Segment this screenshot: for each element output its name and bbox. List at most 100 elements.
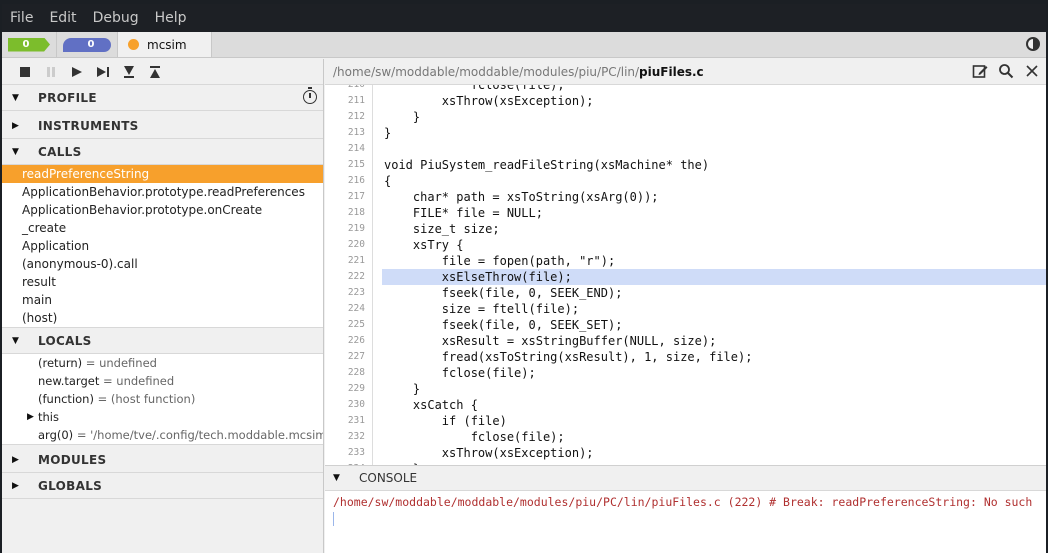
code-line[interactable]: 211 xsThrow(xsException); <box>325 93 1046 109</box>
line-number[interactable]: 227 <box>325 349 365 365</box>
code-line[interactable]: 221 file = fopen(path, "r"); <box>325 253 1046 269</box>
line-number[interactable]: 218 <box>325 205 365 221</box>
menu-debug[interactable]: Debug <box>93 10 139 26</box>
globals-section-header[interactable]: ▶ GLOBALS <box>2 473 323 499</box>
call-row[interactable]: _create <box>2 219 323 237</box>
local-row[interactable]: (function) = (host function) <box>2 390 323 408</box>
line-number[interactable]: 231 <box>325 413 365 429</box>
stopwatch-icon[interactable] <box>303 87 317 104</box>
call-row[interactable]: ApplicationBehavior.prototype.readPrefer… <box>2 183 323 201</box>
code-line[interactable]: 220 xsTry { <box>325 237 1046 253</box>
contrast-toggle-icon[interactable] <box>1026 37 1040 51</box>
local-row[interactable]: (return) = undefined <box>2 354 323 372</box>
call-row[interactable]: (anonymous-0).call <box>2 255 323 273</box>
line-number[interactable]: 210 <box>325 85 365 93</box>
code-line[interactable]: 218 FILE* file = NULL; <box>325 205 1046 221</box>
line-number[interactable]: 233 <box>325 445 365 461</box>
calls-section-header[interactable]: ▼ CALLS <box>2 139 323 165</box>
profile-section-header[interactable]: ▼ PROFILE <box>2 85 323 111</box>
expand-triangle-icon[interactable]: ▶ <box>27 408 34 426</box>
line-number[interactable]: 230 <box>325 397 365 413</box>
line-number[interactable]: 212 <box>325 109 365 125</box>
editor-panel: /home/sw/moddable/moddable/modules/piu/P… <box>325 59 1046 553</box>
console-header[interactable]: ▼ CONSOLE <box>325 465 1046 491</box>
call-row-selected[interactable]: readPreferenceString <box>2 165 323 183</box>
code-line[interactable]: 215 void PiuSystem_readFileString(xsMachi… <box>325 157 1046 173</box>
code-line[interactable]: 227 fread(xsToString(xsResult), 1, size,… <box>325 349 1046 365</box>
line-number[interactable]: 217 <box>325 189 365 205</box>
line-number[interactable]: 215 <box>325 157 365 173</box>
line-number[interactable]: 229 <box>325 381 365 397</box>
pause-icon <box>47 66 55 77</box>
line-number[interactable]: 224 <box>325 301 365 317</box>
line-number[interactable]: 219 <box>325 221 365 237</box>
step-button[interactable] <box>90 62 116 82</box>
code-line[interactable]: 223 fseek(file, 0, SEEK_END); <box>325 285 1046 301</box>
call-row[interactable]: Application <box>2 237 323 255</box>
line-number[interactable]: 213 <box>325 125 365 141</box>
line-number[interactable]: 216 <box>325 173 365 189</box>
code-line[interactable]: 210 fclose(file); <box>325 85 1046 93</box>
code-line[interactable]: 233 xsThrow(xsException); <box>325 445 1046 461</box>
code-line[interactable]: 226 xsResult = xsStringBuffer(NULL, size… <box>325 333 1046 349</box>
call-row[interactable]: (host) <box>2 309 323 327</box>
menu-file[interactable]: File <box>10 10 33 26</box>
left-panel: ▼ PROFILE ▶ INSTRUMENTS ▼ CALLS readPref… <box>2 59 324 553</box>
code-line[interactable]: 228 fclose(file); <box>325 365 1046 381</box>
code-text: } <box>384 382 421 396</box>
code-line[interactable]: 224 size = ftell(file); <box>325 301 1046 317</box>
code-line[interactable]: 230 xsCatch { <box>325 397 1046 413</box>
search-button[interactable] <box>998 63 1014 79</box>
menu-edit[interactable]: Edit <box>49 10 76 26</box>
line-number[interactable]: 221 <box>325 253 365 269</box>
code-line[interactable]: 212 } <box>325 109 1046 125</box>
blue-badge-tab[interactable]: 0 <box>57 32 118 57</box>
code-line[interactable]: 219 size_t size; <box>325 221 1046 237</box>
file-path-prefix: /home/sw/moddable/moddable/modules/piu/P… <box>333 64 640 79</box>
call-row[interactable]: ApplicationBehavior.prototype.onCreate <box>2 201 323 219</box>
console-output[interactable]: /home/sw/moddable/moddable/modules/piu/P… <box>325 491 1046 553</box>
code-line[interactable]: 229 } <box>325 381 1046 397</box>
collapsed-triangle-icon: ▶ <box>12 454 20 465</box>
call-row[interactable]: result <box>2 273 323 291</box>
code-line[interactable]: 217 char* path = xsToString(xsArg(0)); <box>325 189 1046 205</box>
line-number[interactable]: 220 <box>325 237 365 253</box>
line-number[interactable]: 223 <box>325 285 365 301</box>
step-in-icon <box>124 65 134 78</box>
line-number[interactable]: 228 <box>325 365 365 381</box>
line-number[interactable]: 225 <box>325 317 365 333</box>
edit-button[interactable] <box>972 63 988 79</box>
code-line[interactable]: 216 { <box>325 173 1046 189</box>
local-row[interactable]: arg(0) = '/home/tve/.config/tech.moddabl… <box>2 426 323 444</box>
code-view[interactable]: 210 fclose(file);211 xsThrow(xsException… <box>325 85 1046 465</box>
code-line[interactable]: 225 fseek(file, 0, SEEK_SET); <box>325 317 1046 333</box>
code-line[interactable]: 213} <box>325 125 1046 141</box>
console-caret <box>333 512 334 526</box>
line-number[interactable]: 226 <box>325 333 365 349</box>
console-line: /home/sw/moddable/moddable/modules/piu/P… <box>333 495 1033 509</box>
locals-section-header[interactable]: ▼ LOCALS <box>2 328 323 354</box>
code-line[interactable]: 232 fclose(file); <box>325 429 1046 445</box>
tab-mcsim[interactable]: mcsim <box>118 32 212 57</box>
line-number[interactable]: 222 <box>325 269 365 285</box>
code-line[interactable]: 231 if (file) <box>325 413 1046 429</box>
instruments-section-header[interactable]: ▶ INSTRUMENTS <box>2 113 323 139</box>
menu-help[interactable]: Help <box>155 10 187 26</box>
call-row[interactable]: main <box>2 291 323 309</box>
step-out-button[interactable] <box>142 62 168 82</box>
line-number[interactable]: 232 <box>325 429 365 445</box>
code-text: size = ftell(file); <box>384 302 580 316</box>
step-in-button[interactable] <box>116 62 142 82</box>
line-number[interactable]: 214 <box>325 141 365 157</box>
code-line[interactable]: 214 <box>325 141 1046 157</box>
line-number[interactable]: 211 <box>325 93 365 109</box>
break-button[interactable] <box>38 62 64 82</box>
local-row[interactable]: new.target = undefined <box>2 372 323 390</box>
modules-section-header[interactable]: ▶ MODULES <box>2 447 323 473</box>
local-row-this[interactable]: ▶ this <box>2 408 323 426</box>
abort-button[interactable] <box>12 62 38 82</box>
close-file-button[interactable] <box>1024 63 1040 79</box>
code-line-current[interactable]: 222 xsElseThrow(file); <box>325 269 1046 285</box>
run-button[interactable] <box>64 62 90 82</box>
green-badge-tab[interactable]: 0 <box>2 32 57 57</box>
